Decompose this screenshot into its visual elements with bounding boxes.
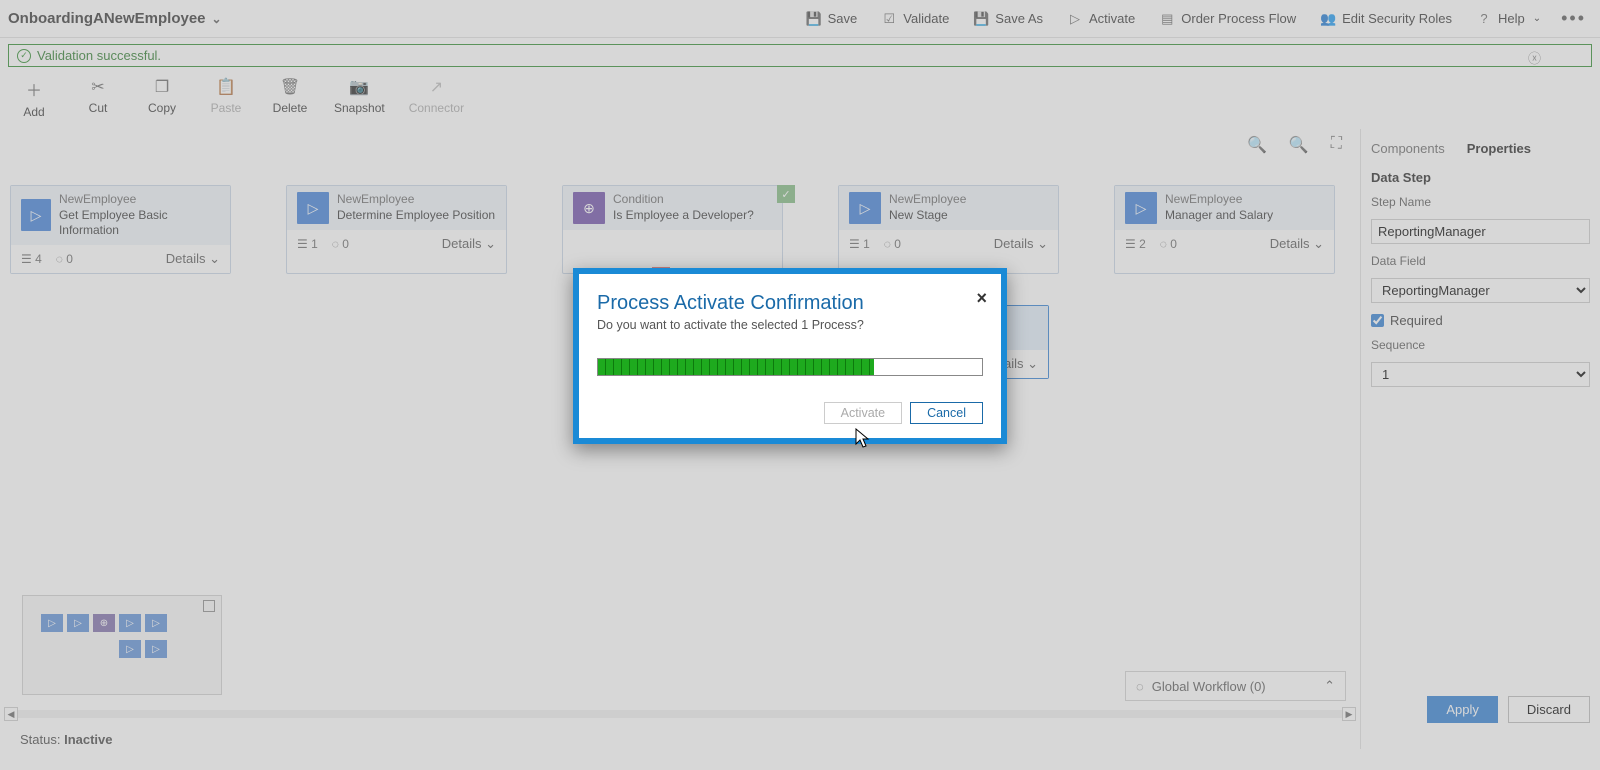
modal-actions: Activate Cancel <box>597 402 983 424</box>
modal-title: Process Activate Confirmation <box>597 292 983 315</box>
modal-activate-button[interactable]: Activate <box>824 402 902 424</box>
modal-subtitle: Do you want to activate the selected 1 P… <box>597 318 983 332</box>
progress-bar <box>597 358 983 376</box>
modal-dialog: Process Activate Confirmation Do you wan… <box>573 268 1007 444</box>
modal-cancel-button[interactable]: Cancel <box>910 402 983 424</box>
progress-fill <box>598 359 874 375</box>
close-icon[interactable]: × <box>976 288 987 309</box>
